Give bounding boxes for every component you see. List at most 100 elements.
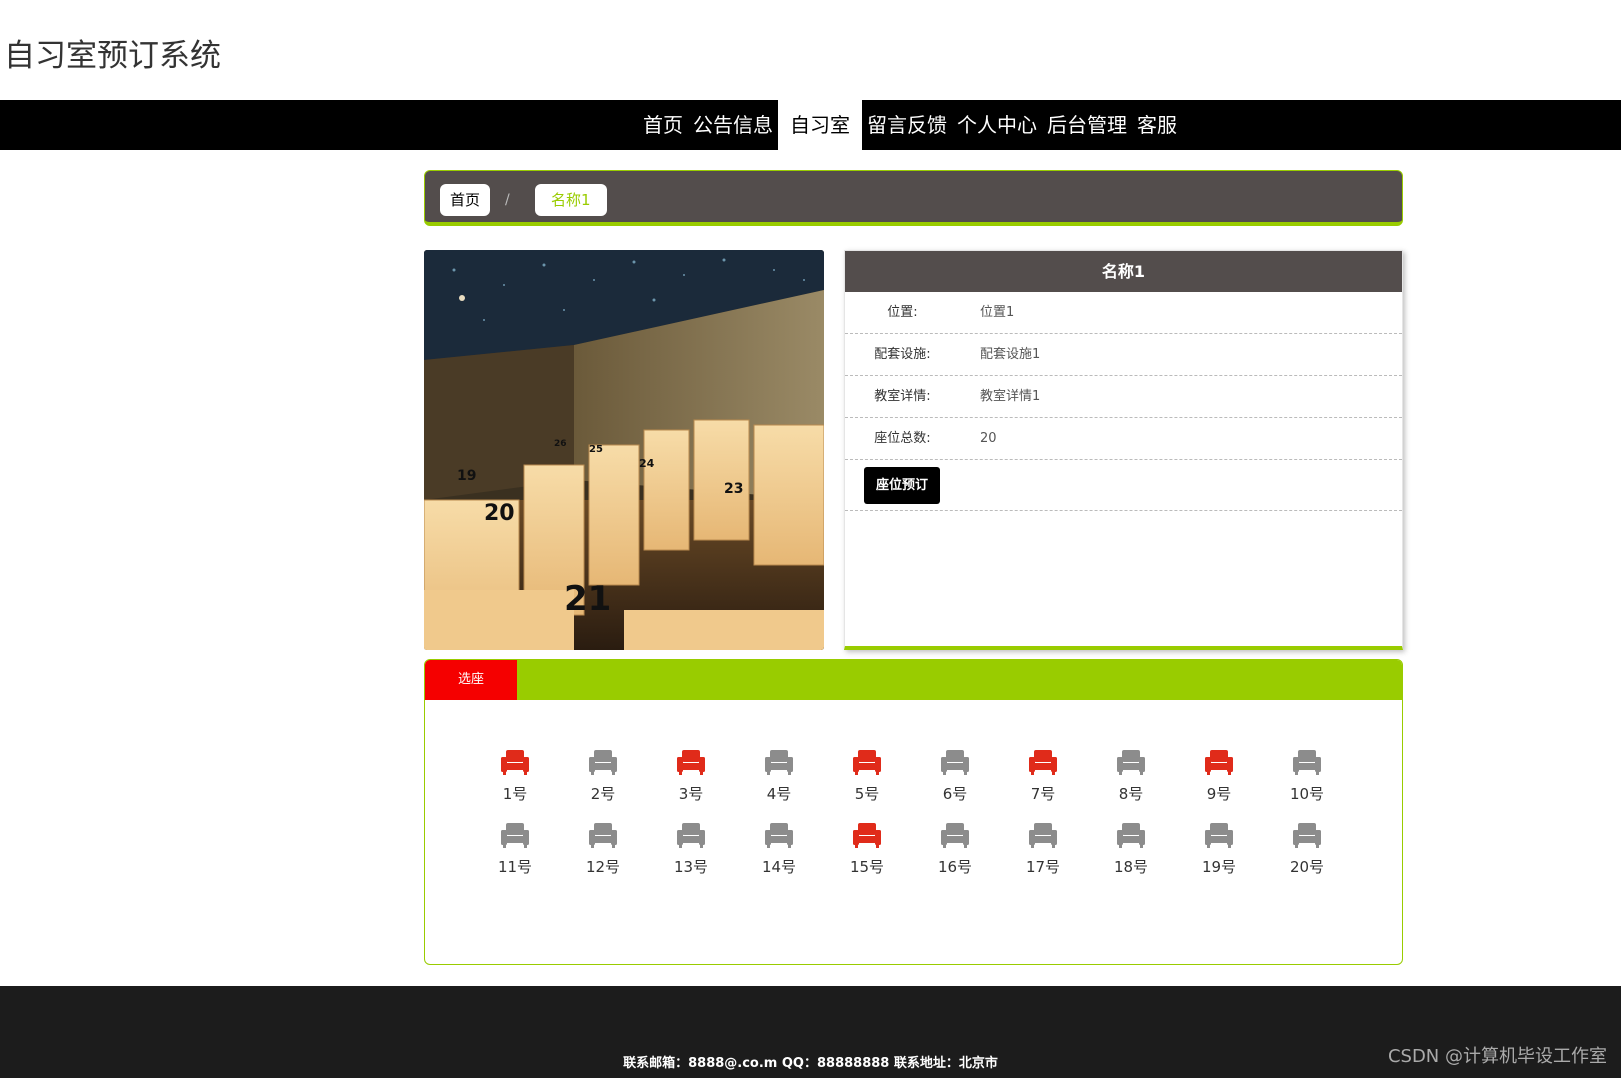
room-name-header: 名称1 — [845, 251, 1402, 292]
seat-label: 9号 — [1206, 785, 1232, 803]
details-label: 教室详情: — [874, 389, 931, 404]
seat-booking-button[interactable]: 座位预订 — [864, 467, 940, 504]
nav-item-customer-service[interactable]: 客服 — [1132, 100, 1182, 150]
seat-15[interactable]: 15号 — [823, 821, 911, 877]
seat-6[interactable]: 6号 — [911, 748, 999, 804]
seat-selection-panel: 选座 1号 2号 3号 4号 5号 6号 7号 8号 9号 10号 11号 12号 13号 14号 15号 1… — [424, 659, 1403, 965]
nav-item-personal-center[interactable]: 个人中心 — [952, 100, 1042, 150]
seat-5[interactable]: 5号 — [823, 748, 911, 804]
svg-text:23: 23 — [724, 481, 743, 497]
seat-label: 7号 — [1030, 785, 1056, 803]
seat-label: 20号 — [1289, 858, 1325, 876]
room-photo: 20 21 19 23 24 25 26 — [424, 250, 824, 650]
csdn-watermark: CSDN @计算机毕设工作室 — [1387, 1046, 1607, 1067]
seat-label: 10号 — [1289, 785, 1325, 803]
svg-text:21: 21 — [564, 579, 611, 619]
seat-19[interactable]: 19号 — [1175, 821, 1263, 877]
footer-contact-info: 联系邮箱：8888@.co.m QQ：88888888 联系地址：北京市 — [623, 1056, 998, 1071]
armchair-icon — [1205, 823, 1233, 848]
seat-17[interactable]: 17号 — [999, 821, 1087, 877]
room-info-panel: 名称1 位置: 位置1 配套设施: 配套设施1 教室详情: 教室详情1 座位总数… — [844, 250, 1403, 650]
armchair-icon — [1293, 750, 1321, 775]
breadcrumb: 首页 / 名称1 — [424, 170, 1403, 226]
seat-label: 5号 — [854, 785, 880, 803]
seat-1[interactable]: 1号 — [471, 748, 559, 804]
seat-9[interactable]: 9号 — [1175, 748, 1263, 804]
seat-label: 12号 — [585, 858, 621, 876]
seat-18[interactable]: 18号 — [1087, 821, 1175, 877]
armchair-icon — [501, 823, 529, 848]
seat-label: 18号 — [1113, 858, 1149, 876]
nav-item-announcements[interactable]: 公告信息 — [688, 100, 778, 150]
armchair-icon — [765, 823, 793, 848]
seat-11[interactable]: 11号 — [471, 821, 559, 877]
tab-seat-selection[interactable]: 选座 — [425, 660, 517, 700]
armchair-icon — [1117, 823, 1145, 848]
location-label: 位置: — [887, 305, 918, 320]
nav-menu: 首页 公告信息 自习室 留言反馈 个人中心 后台管理 客服 — [638, 100, 1182, 150]
info-row-location: 位置: 位置1 — [845, 292, 1402, 334]
breadcrumb-separator: / — [505, 192, 510, 208]
nav-item-home[interactable]: 首页 — [638, 100, 688, 150]
seat-label: 11号 — [497, 858, 533, 876]
seat-10[interactable]: 10号 — [1263, 748, 1351, 804]
seat-tab-bar: 选座 — [425, 660, 1402, 700]
seat-label: 4号 — [766, 785, 792, 803]
seat-label: 15号 — [849, 858, 885, 876]
seat-12[interactable]: 12号 — [559, 821, 647, 877]
footer: 联系邮箱：8888@.co.m QQ：88888888 联系地址：北京市 CSD… — [0, 986, 1621, 1078]
svg-text:25: 25 — [589, 444, 603, 455]
site-title: 自习室预订系统 — [4, 38, 221, 74]
main-navbar: 首页 公告信息 自习室 留言反馈 个人中心 后台管理 客服 — [0, 100, 1621, 150]
booking-action-row: 座位预订 — [845, 460, 1402, 511]
seat-label: 2号 — [590, 785, 616, 803]
info-row-details: 教室详情: 教室详情1 — [845, 376, 1402, 418]
seat-label: 6号 — [942, 785, 968, 803]
armchair-icon — [1029, 823, 1057, 848]
armchair-icon — [677, 750, 705, 775]
seat-total-value: 20 — [980, 431, 997, 446]
nav-item-feedback[interactable]: 留言反馈 — [862, 100, 952, 150]
armchair-icon — [589, 750, 617, 775]
details-value: 教室详情1 — [980, 389, 1041, 404]
seat-label: 19号 — [1201, 858, 1237, 876]
seat-total-label: 座位总数: — [874, 431, 931, 446]
nav-item-admin[interactable]: 后台管理 — [1042, 100, 1132, 150]
location-value: 位置1 — [980, 305, 1015, 320]
breadcrumb-home-link[interactable]: 首页 — [440, 184, 491, 216]
seat-20[interactable]: 20号 — [1263, 821, 1351, 877]
seat-label: 1号 — [502, 785, 528, 803]
armchair-icon — [853, 823, 881, 848]
seat-label: 14号 — [761, 858, 797, 876]
svg-text:26: 26 — [554, 439, 567, 449]
facilities-value: 配套设施1 — [980, 347, 1041, 362]
armchair-icon — [1205, 750, 1233, 775]
armchair-icon — [1293, 823, 1321, 848]
armchair-icon — [941, 823, 969, 848]
seat-3[interactable]: 3号 — [647, 748, 735, 804]
armchair-icon — [941, 750, 969, 775]
svg-text:20: 20 — [484, 501, 515, 526]
seat-16[interactable]: 16号 — [911, 821, 999, 877]
nav-item-study-rooms[interactable]: 自习室 — [778, 100, 862, 150]
seat-14[interactable]: 14号 — [735, 821, 823, 877]
armchair-icon — [1029, 750, 1057, 775]
armchair-icon — [765, 750, 793, 775]
seat-label: 8号 — [1118, 785, 1144, 803]
svg-text:24: 24 — [639, 457, 655, 470]
seat-13[interactable]: 13号 — [647, 821, 735, 877]
seat-2[interactable]: 2号 — [559, 748, 647, 804]
seat-8[interactable]: 8号 — [1087, 748, 1175, 804]
armchair-icon — [1117, 750, 1145, 775]
seat-label: 16号 — [937, 858, 973, 876]
info-row-facilities: 配套设施: 配套设施1 — [845, 334, 1402, 376]
armchair-icon — [589, 823, 617, 848]
info-row-seat-total: 座位总数: 20 — [845, 418, 1402, 460]
armchair-icon — [501, 750, 529, 775]
svg-text:19: 19 — [457, 468, 476, 484]
seat-4[interactable]: 4号 — [735, 748, 823, 804]
facilities-label: 配套设施: — [874, 347, 931, 362]
seat-7[interactable]: 7号 — [999, 748, 1087, 804]
seat-label: 17号 — [1025, 858, 1061, 876]
seat-label: 13号 — [673, 858, 709, 876]
